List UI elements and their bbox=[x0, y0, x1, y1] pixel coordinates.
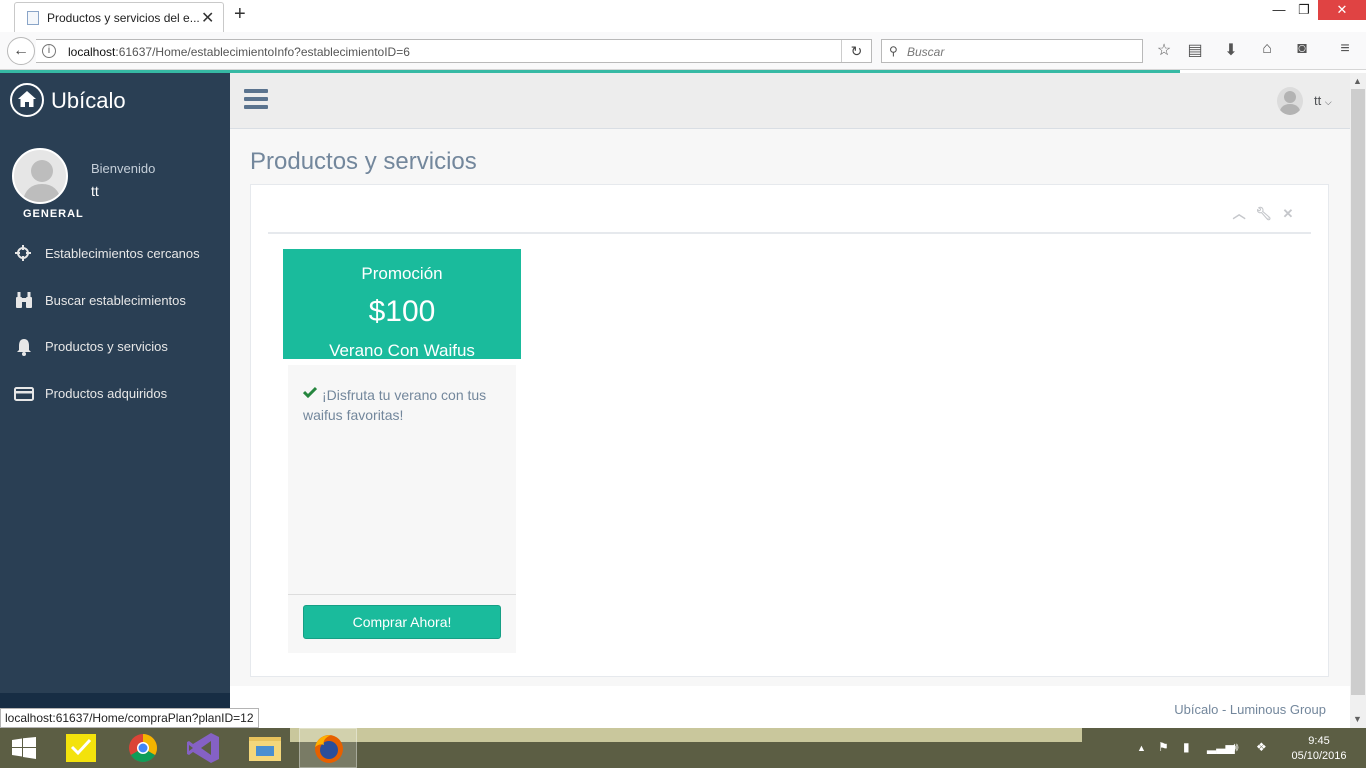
window-close-icon[interactable]: ✕ bbox=[1318, 0, 1366, 20]
user-avatar[interactable] bbox=[1277, 87, 1303, 115]
divider bbox=[288, 594, 516, 595]
plan-name: Verano Con Waifus bbox=[329, 341, 475, 360]
close-tab-icon[interactable]: ✕ bbox=[201, 8, 214, 28]
scroll-down-icon[interactable]: ▼ bbox=[1353, 714, 1362, 724]
bookmark-star-icon[interactable]: ☆ bbox=[1153, 40, 1175, 60]
search-placeholder: Buscar bbox=[907, 45, 945, 59]
hamburger-menu-icon[interactable] bbox=[244, 89, 268, 109]
bell-icon bbox=[17, 339, 31, 356]
buy-now-button[interactable]: Comprar Ahora! bbox=[303, 605, 501, 639]
flag-icon[interactable]: ⚑ bbox=[1158, 740, 1169, 754]
plan-header: Promoción $100 Verano Con Waifus bbox=[283, 249, 521, 360]
volume-icon[interactable]: 🔊︎ bbox=[1231, 740, 1239, 755]
home-icon[interactable] bbox=[10, 83, 44, 117]
visual-studio-app-icon[interactable] bbox=[175, 728, 233, 768]
chevron-down-icon: ⌵ bbox=[1324, 97, 1332, 107]
footer-text: Ubícalo - Luminous Group bbox=[1174, 702, 1326, 717]
browser-tab[interactable]: Productos y servicios del e... ✕ bbox=[14, 2, 224, 32]
new-tab-icon[interactable]: + bbox=[234, 3, 246, 26]
sidebar-item-label: Productos adquiridos bbox=[45, 386, 168, 401]
close-icon[interactable]: ✕ bbox=[1278, 206, 1298, 222]
scroll-thumb[interactable] bbox=[1351, 89, 1365, 695]
menu-icon[interactable]: ≡ bbox=[1334, 40, 1356, 58]
reading-list-icon[interactable]: ▤ bbox=[1184, 40, 1206, 60]
plan-type: Promoción bbox=[361, 264, 443, 283]
url-bar[interactable]: i localhost:61637/Home/establecimientoIn… bbox=[36, 39, 872, 63]
products-panel: ︿ 🔧︎ ✕ Promoción $100 Verano Con Waifus … bbox=[250, 184, 1329, 677]
show-hidden-icons-icon[interactable]: ▲ bbox=[1137, 743, 1146, 753]
sidebar-item-label: Establecimientos cercanos bbox=[45, 246, 200, 261]
sidebar-username: tt bbox=[91, 183, 99, 199]
scroll-up-icon[interactable]: ▲ bbox=[1353, 76, 1362, 86]
divider bbox=[268, 232, 1311, 234]
sticky-notes-app-icon[interactable] bbox=[56, 728, 114, 768]
welcome-text: Bienvenido bbox=[91, 161, 156, 176]
browser-tab-bar: Productos y servicios del e... ✕ + — ❐ ✕ bbox=[0, 0, 1366, 32]
tab-title: Productos y servicios del e... bbox=[47, 11, 200, 25]
main-content: Productos y servicios ︿ 🔧︎ ✕ Promoción $… bbox=[230, 129, 1350, 686]
clock-time: 9:45 bbox=[1308, 735, 1330, 747]
plan-description: ¡Disfruta tu verano con tus waifus favor… bbox=[303, 387, 487, 423]
site-info-icon[interactable]: i bbox=[42, 44, 56, 58]
taskbar: ▲ ⚑ ▮ ▂▃▅ 🔊︎ ❖ 9:45 05/10/2016 bbox=[0, 728, 1366, 768]
dropbox-icon[interactable]: ❖ bbox=[1256, 740, 1267, 754]
binoculars-icon bbox=[16, 292, 32, 308]
download-icon[interactable]: ⬇ bbox=[1220, 40, 1242, 60]
chrome-app-icon[interactable] bbox=[114, 728, 172, 768]
crosshairs-icon bbox=[15, 245, 31, 261]
footer: Ubícalo - Luminous Group bbox=[230, 686, 1350, 728]
firefox-app-icon[interactable] bbox=[299, 728, 357, 768]
sidebar-item-productos-servicios[interactable]: Productos y servicios bbox=[0, 327, 230, 367]
file-explorer-app-icon[interactable] bbox=[236, 728, 294, 768]
brand-name[interactable]: Ubícalo bbox=[51, 88, 126, 114]
clock[interactable]: 9:45 05/10/2016 bbox=[1284, 734, 1354, 764]
battery-icon[interactable]: ▮ bbox=[1183, 740, 1190, 754]
plan-price: $100 bbox=[368, 295, 436, 328]
sidebar-item-buscar-establecimientos[interactable]: Buscar establecimientos bbox=[0, 281, 230, 321]
home-icon[interactable]: ⌂ bbox=[1256, 40, 1278, 58]
browser-nav-bar: ← i localhost:61637/Home/establecimiento… bbox=[0, 32, 1366, 70]
sidebar-item-productos-adquiridos[interactable]: Productos adquiridos bbox=[0, 374, 230, 414]
collapse-icon[interactable]: ︿ bbox=[1229, 203, 1249, 222]
page-favicon-icon bbox=[27, 11, 39, 25]
search-icon: ⚲ bbox=[889, 44, 898, 58]
sidebar-item-establecimientos-cercanos[interactable]: Establecimientos cercanos bbox=[0, 234, 230, 274]
credit-card-icon bbox=[14, 387, 34, 401]
sidebar-item-label: Buscar establecimientos bbox=[45, 293, 186, 308]
search-input[interactable]: ⚲ Buscar bbox=[881, 39, 1143, 63]
status-link-preview: localhost:61637/Home/compraPlan?planID=1… bbox=[0, 708, 259, 728]
pocket-icon[interactable]: ◙ bbox=[1291, 40, 1313, 58]
sidebar: Ubícalo Bienvenido tt GENERAL Establecim… bbox=[0, 73, 230, 728]
sidebar-item-label: Productos y servicios bbox=[45, 339, 168, 354]
page-scrollbar[interactable]: ▲ ▼ bbox=[1350, 73, 1366, 728]
taskbar-highlight bbox=[290, 728, 1082, 742]
panel-toolbox: ︿ 🔧︎ ✕ bbox=[1229, 203, 1298, 223]
url-text: localhost:61637/Home/establecimientoInfo… bbox=[68, 45, 410, 59]
page-title: Productos y servicios bbox=[250, 148, 477, 175]
user-menu[interactable]: tt ⌵ bbox=[1314, 93, 1332, 108]
plan-body: ¡Disfruta tu verano con tus waifus favor… bbox=[288, 365, 516, 653]
top-navbar: tt ⌵ bbox=[230, 73, 1350, 129]
back-icon[interactable]: ← bbox=[7, 37, 35, 65]
section-label: GENERAL bbox=[23, 208, 84, 220]
windows-start-icon[interactable] bbox=[12, 737, 36, 759]
clock-date: 05/10/2016 bbox=[1291, 750, 1347, 762]
avatar bbox=[12, 148, 68, 204]
reload-icon[interactable]: ↻ bbox=[841, 40, 871, 62]
wrench-icon[interactable]: 🔧︎ bbox=[1254, 206, 1274, 222]
